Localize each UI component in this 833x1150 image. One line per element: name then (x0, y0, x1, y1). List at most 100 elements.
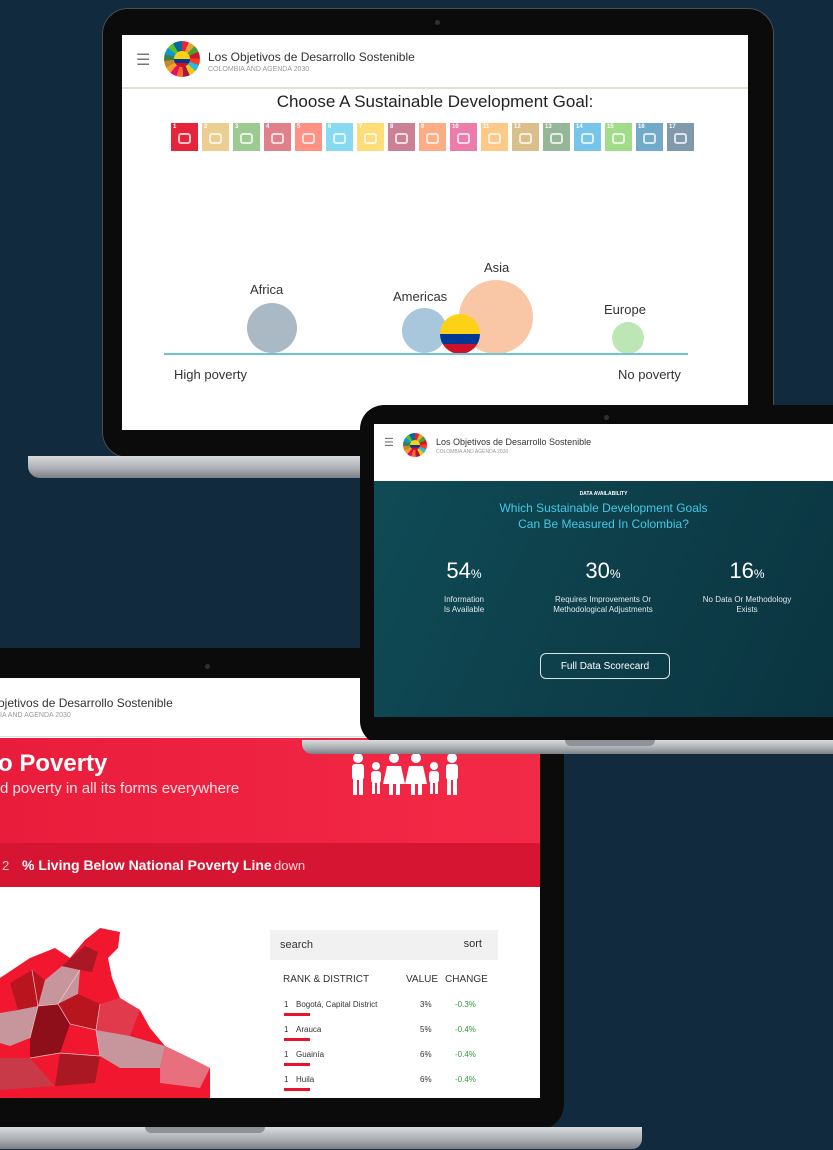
rank-indicator-bar (284, 1038, 310, 1041)
rank-number: 1 (284, 1050, 289, 1059)
camera-dot (604, 415, 609, 420)
goal-icon (674, 133, 687, 144)
goal-icon (612, 133, 625, 144)
app-subtitle: COLOMBIA AND AGENDA 2030 (436, 449, 509, 455)
app-title: ojetivos de Desarrollo Sostenible (0, 696, 173, 710)
panel-eyebrow: DATA AVAILABILITY (579, 491, 628, 497)
district-value: 6% (420, 1075, 432, 1084)
goal-tile-1[interactable]: 1 (171, 123, 198, 151)
goal-tile-15[interactable]: 15 (605, 123, 632, 151)
axis-label-no-poverty: No poverty (618, 367, 681, 382)
goal-chooser-screen: ☰ Los Objetivos de Desarrollo Sostenible… (122, 35, 748, 430)
goal-tile-8[interactable]: 8 (388, 123, 415, 151)
laptop-base (28, 456, 368, 478)
indicator-number: 2 (2, 858, 10, 873)
district-change: -0.4% (455, 1050, 476, 1059)
district-change: -0.4% (455, 1075, 476, 1084)
goal-number: 15 (607, 124, 614, 130)
district-name: Bogotá, Capital District (296, 1000, 378, 1009)
stat-value-no-data: 16% (729, 558, 765, 583)
bubble-europe[interactable] (612, 322, 644, 354)
goal-icon (426, 133, 439, 144)
district-value: 3% (420, 1000, 432, 1009)
app-header: ☰ Los Objetivos de Desarrollo Sostenible… (122, 35, 748, 87)
goal-tile-3[interactable]: 3 (233, 123, 260, 151)
sort-button[interactable]: sort (464, 938, 482, 950)
goal-icon (643, 133, 656, 144)
rank-indicator-bar (284, 1013, 310, 1016)
goal-tile-6[interactable]: 6 (326, 123, 353, 151)
axis-label-high-poverty: High poverty (174, 367, 247, 382)
goal-title: o Poverty (0, 750, 108, 777)
column-header-change[interactable]: CHANGE (445, 974, 488, 985)
app-header: ☰ Los Objetivos de Desarrollo Sostenible… (374, 424, 833, 466)
district-value: 5% (420, 1025, 432, 1034)
rank-number: 1 (284, 1000, 289, 1009)
indicator-dropdown[interactable]: down (274, 858, 305, 873)
stat-caption-improvements: Requires Improvements Or Methodological A… (553, 595, 653, 614)
goal-tile-17[interactable]: 17 (667, 123, 694, 151)
goal-number: 4 (266, 124, 270, 130)
goal-number: 6 (328, 124, 332, 130)
goal-tile-14[interactable]: 14 (574, 123, 601, 151)
sdg-wheel-logo (403, 433, 427, 457)
goal-number: 13 (545, 124, 552, 130)
laptop-base (0, 1127, 642, 1149)
hamburger-menu-icon[interactable]: ☰ (384, 436, 394, 449)
goal-number: 11 (483, 124, 490, 130)
sdg-wheel-logo (164, 41, 200, 77)
goal-tile-12[interactable]: 12 (512, 123, 539, 151)
goal-tile-10[interactable]: 10 (450, 123, 477, 151)
goal-icon (333, 133, 346, 144)
rank-number: 1 (284, 1075, 289, 1084)
goal-tile-11[interactable]: 11 (481, 123, 508, 151)
search-input[interactable]: search (280, 939, 313, 951)
indicator-selector[interactable]: 2 % Living Below National Poverty Line d… (0, 843, 540, 887)
region-label-americas: Americas (393, 289, 448, 304)
goal-tile-16[interactable]: 16 (636, 123, 663, 151)
goal-tile-5[interactable]: 5 (295, 123, 322, 151)
panel-title-line2: Can Be Measured In Colombia? (518, 517, 689, 531)
goal-subtitle: d poverty in all its forms everywhere (0, 780, 240, 797)
full-data-scorecard-button[interactable]: Full Data Scorecard (540, 653, 670, 679)
goal-icon (581, 133, 594, 144)
app-subtitle: IA AND AGENDA 2030 (0, 712, 71, 719)
camera-dot (435, 20, 440, 25)
goal-number: 10 (452, 124, 459, 130)
search-bar[interactable]: search sort (270, 930, 498, 960)
goal-number: 9 (421, 124, 425, 130)
goal-tile-9[interactable]: 9 (419, 123, 446, 151)
goal-heading: Choose A Sustainable Development Goal: (276, 92, 594, 111)
laptop-notch (145, 1127, 265, 1133)
stat-value-improvements: 30% (585, 558, 621, 583)
colombia-flag-marker[interactable] (440, 314, 480, 354)
goal-icon (271, 133, 284, 144)
district-change: -0.4% (455, 1025, 476, 1034)
district-name: Huila (296, 1075, 315, 1084)
rank-number: 1 (284, 1025, 289, 1034)
goal-tile-4[interactable]: 4 (264, 123, 291, 151)
colombia-district-map[interactable] (0, 918, 215, 1098)
app-title: Los Objetivos de Desarrollo Sostenible (436, 437, 592, 447)
goal-tile-7[interactable]: 7 (357, 123, 384, 151)
goal-tile-13[interactable]: 13 (543, 123, 570, 151)
header-divider (122, 87, 748, 89)
app-title: Los Objetivos de Desarrollo Sostenible (208, 50, 415, 64)
goal-tile-2[interactable]: 2 (202, 123, 229, 151)
region-label-asia: Asia (484, 260, 510, 275)
hamburger-menu-icon[interactable]: ☰ (136, 50, 150, 70)
column-header-value[interactable]: VALUE (406, 974, 438, 985)
goal-icon (488, 133, 501, 144)
column-header-rank[interactable]: RANK & DISTRICT (283, 974, 369, 985)
goal-number: 17 (669, 124, 676, 130)
district-value: 6% (420, 1050, 432, 1059)
data-availability-screen: ☰ Los Objetivos de Desarrollo Sostenible… (374, 424, 833, 717)
indicator-title: % Living Below National Poverty Line (22, 857, 272, 873)
goal-icon (302, 133, 315, 144)
goal-number: 8 (390, 124, 394, 130)
bubble-africa[interactable] (247, 303, 297, 353)
district-name: Arauca (296, 1025, 322, 1034)
goal-number: 7 (359, 124, 363, 130)
region-label-europe: Europe (604, 302, 646, 317)
panel-title-line1: Which Sustainable Development Goals (499, 501, 708, 515)
